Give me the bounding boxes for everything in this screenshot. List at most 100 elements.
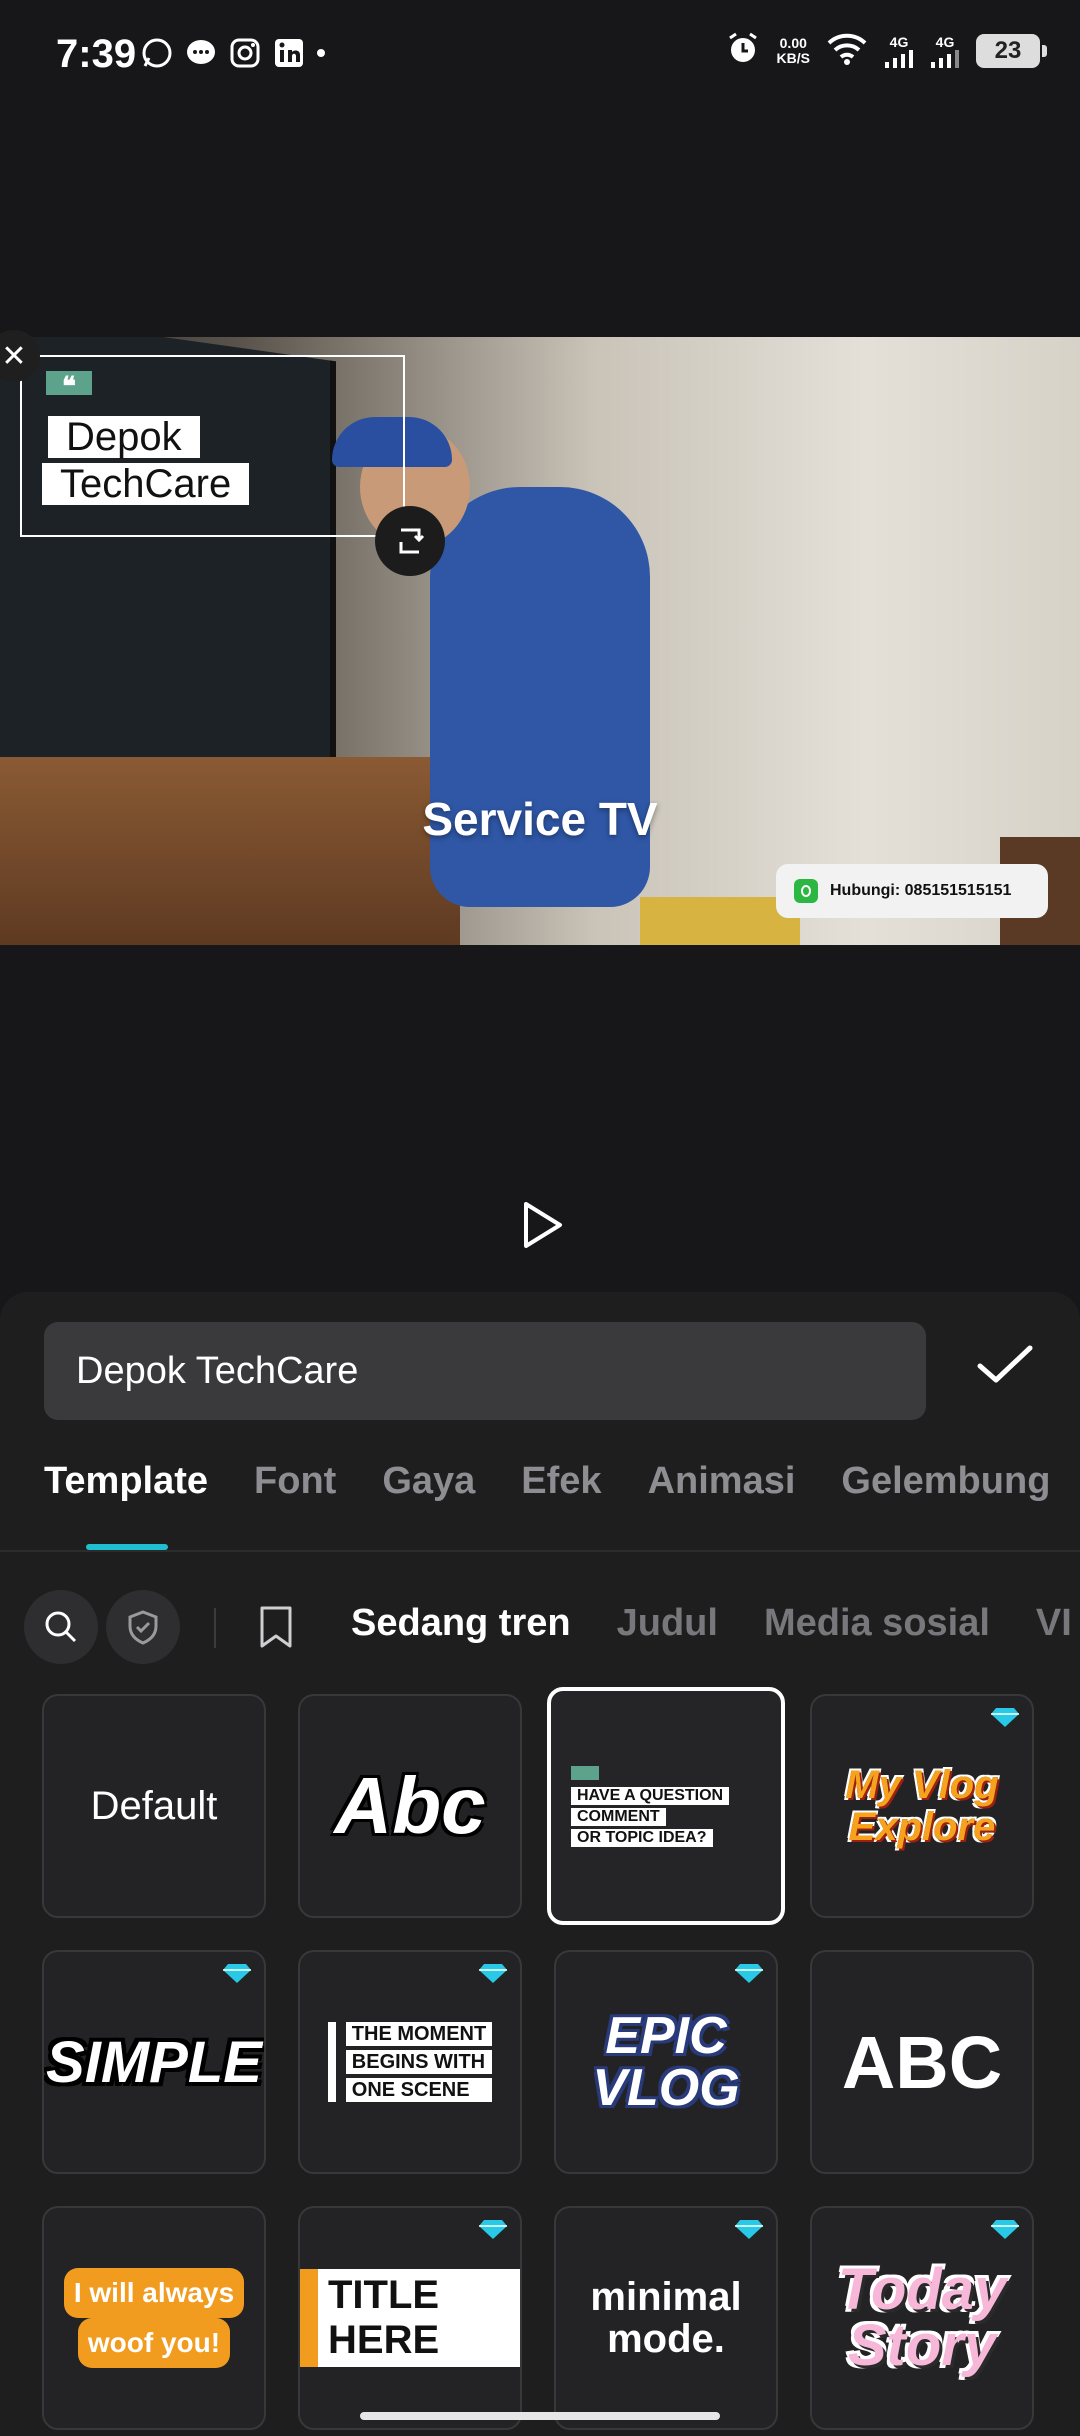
template-the-moment-preview: THE MOMENT BEGINS WITH ONE SCENE	[327, 2022, 493, 2102]
signal-1-label: 4G	[889, 33, 909, 50]
template-epic-vlog[interactable]: EPIC VLOG	[554, 1950, 778, 2174]
category-judul[interactable]: Judul	[617, 1602, 718, 1645]
divider	[0, 1550, 1080, 1552]
dot-icon	[316, 36, 326, 70]
template-woof-line-2: woof you!	[77, 2318, 231, 2368]
premium-gem-icon	[479, 1964, 507, 1983]
text-editor-sheet: Template Font Gaya Efek Animasi Gelembun…	[0, 1292, 1080, 2436]
template-title-here-label: TITLE HERE	[300, 2269, 520, 2367]
net-speed-value: 0.00	[779, 34, 807, 51]
category-media-sosial[interactable]: Media sosial	[764, 1602, 990, 1645]
confirm-button[interactable]	[970, 1330, 1040, 1400]
play-icon	[524, 1202, 562, 1248]
template-abc-caps-label: ABC	[841, 2020, 1003, 2104]
template-today-story-preview: Today Story	[838, 2261, 1007, 2378]
tab-efek[interactable]: Efek	[521, 1460, 601, 1503]
category-chips: Sedang tren Judul Media sosial VI	[351, 1602, 1072, 1645]
alarm-icon	[725, 30, 761, 71]
status-time: 7:39	[56, 32, 137, 76]
system-icons: 0.00 KB/S 4G 4G 23	[725, 30, 1047, 71]
search-button[interactable]	[24, 1590, 98, 1664]
category-sedang-tren[interactable]: Sedang tren	[351, 1602, 571, 1645]
premium-gem-icon	[735, 2220, 763, 2239]
premium-gem-icon	[479, 2220, 507, 2239]
tab-animasi[interactable]: Animasi	[648, 1460, 796, 1503]
template-abc[interactable]: Abc	[298, 1694, 522, 1918]
template-minimal-mode[interactable]: minimal mode.	[554, 2206, 778, 2430]
whatsapp-icon	[794, 879, 818, 903]
category-vlog[interactable]: VI	[1036, 1602, 1072, 1645]
template-question-preview: HAVE A QUESTION COMMENT OR TOPIC IDEA?	[571, 1765, 761, 1847]
video-title-text[interactable]: Service TV	[0, 792, 1080, 846]
play-button[interactable]	[520, 1200, 566, 1250]
tab-font[interactable]: Font	[254, 1460, 336, 1503]
tab-gaya[interactable]: Gaya	[382, 1460, 475, 1503]
template-title-here[interactable]: TITLE HERE	[298, 2206, 522, 2430]
template-woof-line-1: I will always	[63, 2268, 245, 2318]
template-epic-vlog-preview: EPIC VLOG	[592, 2010, 739, 2114]
template-woof[interactable]: I will always woof you!	[42, 2206, 266, 2430]
whatsapp-icon	[140, 36, 174, 70]
template-abc-label: Abc	[334, 1761, 486, 1850]
battery-indicator: 23	[976, 33, 1047, 68]
instagram-icon	[228, 36, 262, 70]
template-woof-preview: I will always woof you!	[63, 2268, 245, 2368]
tab-template[interactable]: Template	[44, 1460, 208, 1503]
overlay-line-2: TechCare	[42, 463, 250, 505]
template-today-line-2: Story	[847, 2313, 997, 2378]
linkedin-icon	[272, 36, 306, 70]
notification-icons	[140, 36, 326, 70]
selected-text-overlay[interactable]: ❝ Depok TechCare	[20, 355, 405, 537]
rotate-scale-handle-icon[interactable]	[375, 506, 445, 576]
contact-text: Hubungi: 085151515151	[830, 882, 1012, 899]
checkmark-icon	[977, 1345, 1033, 1383]
signal-2: 4G	[930, 34, 960, 68]
template-my-vlog-line-1: My Vlog	[845, 1763, 999, 1807]
tab-gelembung[interactable]: Gelembung	[841, 1460, 1050, 1503]
template-simple[interactable]: SIMPLE	[42, 1950, 266, 2174]
signal-2-label: 4G	[935, 33, 955, 50]
search-icon	[45, 1611, 77, 1643]
scene-cabinet	[0, 757, 460, 945]
quote-icon	[571, 1765, 599, 1780]
shield-filter-button[interactable]	[106, 1590, 180, 1664]
contact-sticker[interactable]: Hubungi: 085151515151	[776, 864, 1048, 918]
template-question-line-3: OR TOPIC IDEA?	[571, 1828, 713, 1847]
template-question-line-2: COMMENT	[571, 1807, 666, 1826]
template-simple-label: SIMPLE	[46, 2029, 262, 2095]
template-epic-line-2: VLOG	[592, 2059, 740, 2117]
template-today-story[interactable]: Today Story	[810, 2206, 1034, 2430]
template-question-line-1: HAVE A QUESTION	[571, 1786, 730, 1805]
home-indicator[interactable]	[360, 2412, 720, 2420]
category-filter-row: Sedang tren Judul Media sosial VI	[0, 1582, 1080, 1672]
wifi-icon	[826, 31, 868, 70]
template-the-moment[interactable]: THE MOMENT BEGINS WITH ONE SCENE	[298, 1950, 522, 2174]
template-the-moment-line-3: ONE SCENE	[345, 2078, 493, 2102]
template-my-vlog-line-2: Explore	[848, 1805, 996, 1849]
template-default[interactable]: Default	[42, 1694, 266, 1918]
net-speed: 0.00 KB/S	[776, 34, 810, 66]
status-bar: 7:39 0.00 KB/S 4G 4G 23	[0, 0, 1080, 110]
premium-gem-icon	[991, 2220, 1019, 2239]
text-input[interactable]	[44, 1322, 926, 1420]
overlay-line-1: Depok	[48, 416, 200, 458]
bookmark-icon	[260, 1606, 292, 1648]
template-the-moment-line-1: THE MOMENT	[345, 2022, 493, 2046]
net-speed-unit: KB/S	[776, 49, 810, 66]
battery-level: 23	[994, 36, 1022, 64]
premium-gem-icon	[223, 1964, 251, 1983]
signal-bars-icon	[885, 49, 913, 68]
template-epic-line-1: EPIC	[605, 2007, 727, 2065]
premium-gem-icon	[735, 1964, 763, 1983]
template-question-selected[interactable]: HAVE A QUESTION COMMENT OR TOPIC IDEA?	[547, 1687, 785, 1925]
template-abc-caps[interactable]: ABC	[810, 1950, 1034, 2174]
signal-bars-icon	[931, 49, 959, 68]
editor-tabs: Template Font Gaya Efek Animasi Gelembun…	[44, 1460, 1050, 1503]
bookmark-button[interactable]	[256, 1604, 296, 1650]
template-my-vlog-preview: My Vlog Explore	[845, 1764, 998, 1848]
filter-divider	[214, 1608, 216, 1648]
premium-gem-icon	[991, 1708, 1019, 1727]
template-minimal-preview: minimal mode.	[590, 2276, 741, 2360]
template-my-vlog[interactable]: My Vlog Explore	[810, 1694, 1034, 1918]
quote-icon: ❝	[46, 371, 92, 401]
